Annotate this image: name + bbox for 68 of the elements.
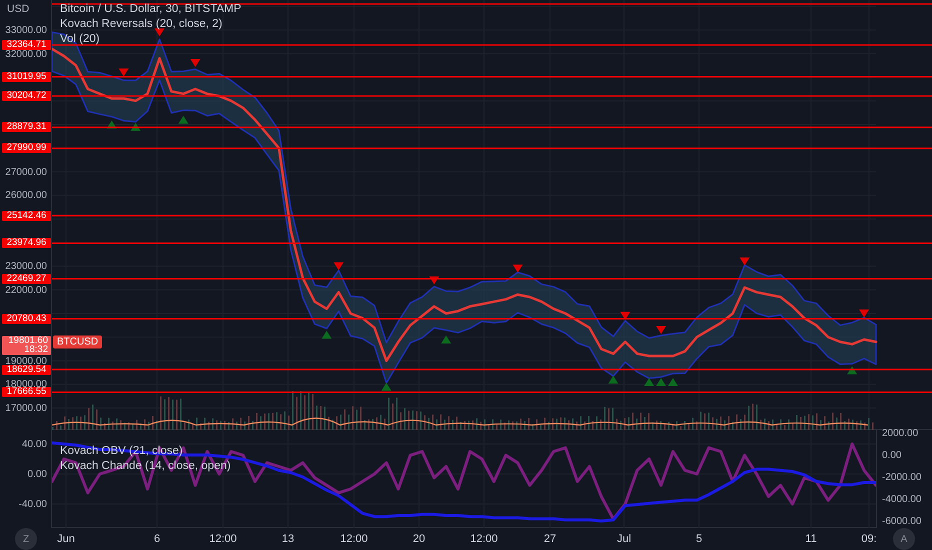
auto-scale-button[interactable]: A <box>893 528 915 550</box>
buy-marker-icon <box>178 116 188 124</box>
price-level-tag: 23974.96 <box>2 238 51 248</box>
price-axis-label: 32000.00 <box>5 50 47 58</box>
time-axis-label: Jul <box>616 533 632 545</box>
price-axis-label: 19000.00 <box>5 358 47 366</box>
buy-marker-icon <box>668 378 678 386</box>
buy-marker-icon <box>106 120 117 128</box>
price-axis-label: 33000.00 <box>5 26 47 35</box>
obv-axis-label: -2000.00 <box>882 474 922 482</box>
sell-marker-icon <box>859 310 870 318</box>
price-level-tag: 27990.99 <box>2 143 51 154</box>
time-axis-label: 12:00 <box>209 533 237 545</box>
price-level-tag: 31019.95 <box>2 72 51 82</box>
buy-marker-icon <box>441 336 452 344</box>
price-axis-label: 22000.00 <box>5 286 47 295</box>
sell-marker-icon <box>118 68 129 76</box>
time-axis-label: Jun <box>57 533 75 545</box>
oscillator-axis-label: 0.00 <box>28 470 47 479</box>
price-level-tag: 32364.71 <box>2 40 51 50</box>
obv-axis-label: -4000.00 <box>882 496 922 504</box>
buy-marker-icon <box>644 378 654 386</box>
buy-marker-icon <box>847 366 858 374</box>
price-level-tag: 28879.31 <box>2 122 51 132</box>
price-level-tag: 30204.72 <box>2 91 51 101</box>
sell-marker-icon <box>154 28 164 36</box>
oscillator-axis-label: 40.00 <box>22 440 47 449</box>
sell-marker-icon <box>190 59 200 68</box>
last-price-tag: 19801.60 18:32 <box>2 336 51 355</box>
sell-marker-icon <box>512 264 523 273</box>
price-axis-label: 23000.00 <box>5 263 47 272</box>
price-level-tag: 17666.55 <box>2 387 51 398</box>
obv-axis-label: 0.00 <box>882 452 902 460</box>
price-level-tag: 18629.54 <box>2 364 51 375</box>
zoom-button[interactable]: Z <box>15 528 37 550</box>
time-axis-label: 5 <box>696 533 702 545</box>
time-axis-label: 6 <box>154 533 160 545</box>
price-axis-label: 27000.00 <box>5 168 47 177</box>
sell-marker-icon <box>656 326 666 334</box>
oscillator-axis-label: -40.00 <box>18 500 47 509</box>
time-axis-label: 09: <box>861 533 877 545</box>
obv-axis-label: -6000.00 <box>882 518 922 526</box>
time-axis-label: 12:00 <box>340 533 368 545</box>
time-axis-label: 12:00 <box>470 533 498 545</box>
price-level-tag: 22469.27 <box>2 274 51 284</box>
obv-axis-label: 2000.00 <box>882 430 918 438</box>
currency-label: USD <box>7 3 30 15</box>
sell-marker-icon <box>740 258 750 266</box>
legend-text: Kovach Reversals (20, close, 2) <box>60 17 222 31</box>
legend-text: Bitcoin / U.S. Dollar, 30, BITSTAMP <box>60 2 242 16</box>
sell-marker-icon <box>334 262 344 270</box>
sell-marker-icon <box>620 312 630 320</box>
price-level-tag: 20780.43 <box>2 314 51 324</box>
price-level-tag: 25142.46 <box>2 210 51 221</box>
symbol-tag: BTCUSD <box>53 335 102 348</box>
annotation: 19801.60 <box>8 334 48 346</box>
buy-marker-icon <box>656 378 666 386</box>
price-axis-label: 17000.00 <box>5 404 47 413</box>
time-axis-label: 27 <box>544 533 556 545</box>
buy-marker-icon <box>608 376 618 384</box>
price-axis-label: 26000.00 <box>5 192 47 200</box>
buy-marker-icon <box>130 122 141 131</box>
time-axis-label: 20 <box>412 533 426 545</box>
time-axis-label: 13 <box>282 533 294 545</box>
buy-marker-icon <box>322 330 332 339</box>
sell-marker-icon <box>429 276 440 284</box>
time-axis-label: 11 <box>805 533 817 545</box>
legend-text: Kovach Chande (14, close, open) <box>60 459 231 473</box>
